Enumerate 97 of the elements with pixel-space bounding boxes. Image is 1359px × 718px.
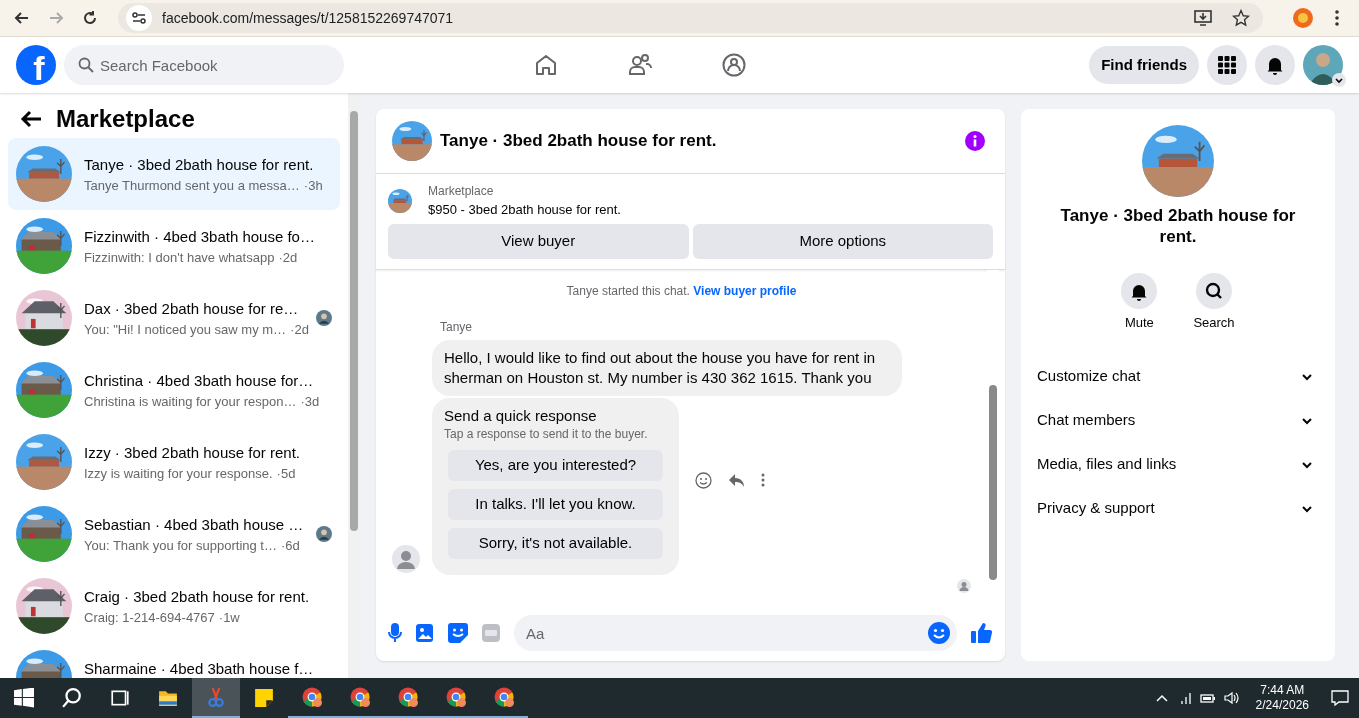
listing-button[interactable]: View buyer bbox=[388, 223, 689, 259]
browser-icon bbox=[398, 687, 418, 707]
listing-button[interactable]: More options bbox=[692, 223, 993, 259]
conversation-title: Christina · 4bed 3bath house for… bbox=[84, 370, 315, 391]
seen-avatar-icon bbox=[957, 578, 971, 593]
address-bar[interactable]: facebook.com/messages/t/1258152269747071 bbox=[118, 3, 1263, 33]
folder-icon bbox=[158, 688, 178, 708]
quick-reply-button[interactable]: Sorry, it's not available. bbox=[448, 527, 663, 559]
conversation-item[interactable]: Craig · 3bed 2bath house for rent. Craig: 1-214-694-4767 ·1w bbox=[8, 569, 340, 642]
groups-icon[interactable] bbox=[722, 53, 746, 77]
conversation-title: Craig · 3bed 2bath house for rent. bbox=[84, 586, 311, 607]
microphone-icon[interactable] bbox=[388, 623, 402, 643]
listing-label: Marketplace bbox=[428, 183, 495, 200]
section-toggle[interactable]: Privacy & support bbox=[1037, 486, 1319, 531]
site-info-icon[interactable] bbox=[126, 5, 152, 31]
message-time: ·5d bbox=[276, 465, 296, 484]
listing-title: $950 - 3bed 2bath house for rent. bbox=[428, 201, 621, 219]
message-time: ·3d bbox=[300, 393, 320, 412]
conversation-item[interactable]: Sebastian · 4bed 3bath house … You: Thank you for supporting t… ·6d bbox=[8, 497, 340, 570]
message-time: ·6d bbox=[280, 537, 300, 556]
message-bubble: Hello, I would like to find out about the house you have for rent in sherman on Houston st. My number is 430 362 1615. Thank you bbox=[432, 339, 902, 396]
forward-arrow-icon bbox=[48, 10, 64, 26]
message-preview: Craig: 1-214-694-4767 bbox=[84, 609, 215, 628]
chevron-up-icon[interactable] bbox=[1155, 694, 1168, 702]
back-arrow-icon bbox=[14, 10, 30, 26]
more-icon[interactable] bbox=[761, 473, 765, 487]
quick-response-title: Send a quick response bbox=[444, 405, 598, 426]
section-toggle[interactable]: Chat members bbox=[1037, 398, 1319, 443]
friends-icon[interactable] bbox=[628, 53, 652, 77]
search-field[interactable]: Search Facebook bbox=[64, 45, 344, 85]
menu-button[interactable] bbox=[1207, 45, 1247, 85]
conversation-item[interactable]: Tanye · 3bed 2bath house for rent. Tanye Thurmond sent you a messa… ·3h bbox=[8, 137, 340, 210]
home-icon[interactable] bbox=[534, 53, 558, 77]
conversation-title: Sharmaine · 4bed 3bath house f… bbox=[84, 658, 315, 678]
section-toggle[interactable]: Customize chat bbox=[1037, 354, 1319, 399]
conversation-title: Tanye · 3bed 2bath house for rent. bbox=[84, 154, 315, 175]
windows-icon bbox=[14, 688, 34, 708]
browser-icon bbox=[302, 687, 322, 707]
sticky-note-icon bbox=[254, 688, 274, 708]
search-icon bbox=[62, 688, 82, 708]
image-icon[interactable] bbox=[416, 623, 434, 643]
message-time: ·2d bbox=[290, 321, 309, 340]
task-view-icon bbox=[110, 688, 130, 708]
browser-icon bbox=[446, 687, 466, 707]
reload-icon bbox=[82, 10, 98, 26]
bell-icon bbox=[1265, 55, 1285, 75]
sidebar-title: Marketplace bbox=[56, 105, 195, 134]
conversation-item[interactable]: Izzy · 3bed 2bath house for rent. Izzy is waiting for your response. ·5d bbox=[8, 425, 340, 498]
view-buyer-profile-link[interactable]: View buyer profile bbox=[693, 283, 797, 298]
quick-reply-button[interactable]: Yes, are you interested? bbox=[448, 449, 663, 481]
quick-reply-button[interactable]: In talks. I'll let you know. bbox=[448, 488, 663, 520]
clock[interactable]: 7:44 AM 2/24/2026 bbox=[1255, 683, 1309, 713]
message-preview: Christina is waiting for your respon… bbox=[84, 393, 297, 412]
message-time: ·1w bbox=[218, 609, 240, 628]
battery-icon[interactable] bbox=[1199, 692, 1216, 704]
message-time: ·3h bbox=[303, 177, 323, 196]
chat-notice: Tanye started this chat. View buyer profile bbox=[565, 282, 798, 300]
browser-icon bbox=[350, 687, 370, 707]
message-preview: You: "Hi! I noticed you saw my m… bbox=[84, 321, 287, 340]
profile-avatar[interactable] bbox=[1303, 45, 1343, 85]
message-time: ·2d bbox=[278, 249, 298, 268]
back-arrow-icon[interactable] bbox=[20, 110, 42, 129]
scissors-icon bbox=[206, 687, 226, 707]
conversation-title: Fizzinwith · 4bed 3bath house fo… bbox=[84, 226, 316, 247]
reply-icon[interactable] bbox=[728, 472, 745, 488]
scrollbar[interactable] bbox=[348, 93, 360, 678]
section-toggle[interactable]: Media, files and links bbox=[1037, 442, 1319, 487]
find-friends-button[interactable]: Find friends bbox=[1089, 46, 1199, 84]
sender-name: Tanye bbox=[440, 318, 474, 336]
conversation-title: Izzy · 3bed 2bath house for rent. bbox=[84, 442, 301, 463]
quick-response-subtitle: Tap a response to send it to the buyer. bbox=[444, 425, 649, 442]
notification-icon[interactable] bbox=[1331, 690, 1349, 706]
info-icon[interactable] bbox=[965, 131, 985, 151]
url-text: facebook.com/messages/t/1258152269747071 bbox=[162, 8, 454, 28]
like-icon[interactable] bbox=[971, 622, 993, 644]
conversation-title: Dax · 3bed 2bath house for re… bbox=[84, 298, 300, 319]
chevron-down-icon[interactable] bbox=[1332, 73, 1346, 87]
message-preview: You: Thank you for supporting t… bbox=[84, 537, 277, 556]
sticker-icon[interactable] bbox=[448, 623, 468, 643]
message-preview: Tanye Thurmond sent you a messa… bbox=[84, 177, 300, 196]
volume-icon[interactable] bbox=[1223, 691, 1240, 705]
emoji-icon[interactable] bbox=[928, 622, 950, 644]
conversation-item[interactable]: Christina · 4bed 3bath house for… Christina is waiting for your respon… ·3d bbox=[8, 353, 340, 426]
chat-title: Tanye · 3bed 2bath house for rent. bbox=[440, 130, 717, 153]
conversation-item[interactable]: Dax · 3bed 2bath house for re… You: "Hi! I noticed you saw my m… ·2d bbox=[8, 281, 340, 354]
conversation-item[interactable]: Fizzinwith · 4bed 3bath house fo… Fizzinwith: I don't have whatsapp ·2d bbox=[8, 209, 340, 282]
avatar-icon bbox=[392, 544, 420, 573]
message-preview: Fizzinwith: I don't have whatsapp bbox=[84, 249, 275, 268]
message-input[interactable]: Aa bbox=[514, 615, 957, 651]
conversation-title: Sebastian · 4bed 3bath house … bbox=[84, 514, 304, 535]
notifications-button[interactable] bbox=[1255, 45, 1295, 85]
grid-icon bbox=[1218, 56, 1236, 74]
browser-icon bbox=[494, 687, 514, 707]
emoji-icon[interactable] bbox=[695, 471, 712, 489]
logo[interactable]: f bbox=[16, 45, 56, 85]
conversation-name: Tanye · 3bed 2bath house for rent. bbox=[1059, 205, 1297, 247]
message-preview: Izzy is waiting for your response. bbox=[84, 465, 273, 484]
